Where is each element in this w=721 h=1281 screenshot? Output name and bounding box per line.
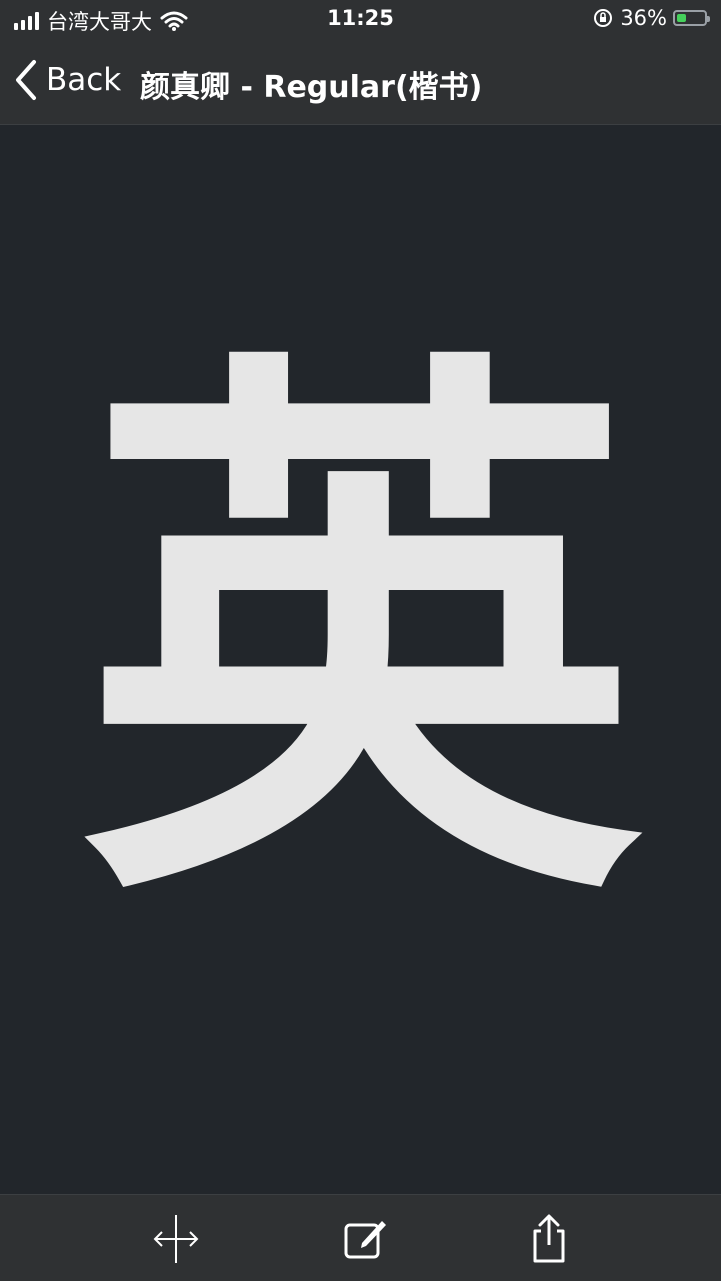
share-icon <box>533 1214 565 1263</box>
calligraphy-canvas: 英 <box>0 125 721 1194</box>
rotation-lock-icon <box>594 9 613 27</box>
share-button[interactable] <box>519 1209 579 1269</box>
resize-icon <box>153 1215 199 1263</box>
battery-fill <box>677 14 686 22</box>
chevron-left-icon <box>16 60 36 100</box>
page-title: 颜真卿 - Regular(楷书) <box>140 70 483 105</box>
back-button[interactable]: Back <box>14 58 121 102</box>
back-label: Back <box>46 62 122 98</box>
status-bar: 台湾大哥大 11:25 36% <box>0 0 721 40</box>
edit-button[interactable] <box>336 1209 396 1269</box>
battery-icon <box>673 10 710 26</box>
edit-icon <box>344 1221 386 1259</box>
battery-percent: 36% <box>620 6 667 30</box>
status-right: 36% <box>592 6 710 30</box>
navigation-bar: Back 颜真卿 - Regular(楷书) <box>0 40 721 124</box>
bottom-toolbar <box>0 1194 721 1281</box>
top-bar: 台湾大哥大 11:25 36% Back 颜真卿 - Regular(楷书) <box>0 0 721 125</box>
resize-button[interactable] <box>146 1209 206 1269</box>
calligraphy-character: 英 <box>80 306 641 964</box>
